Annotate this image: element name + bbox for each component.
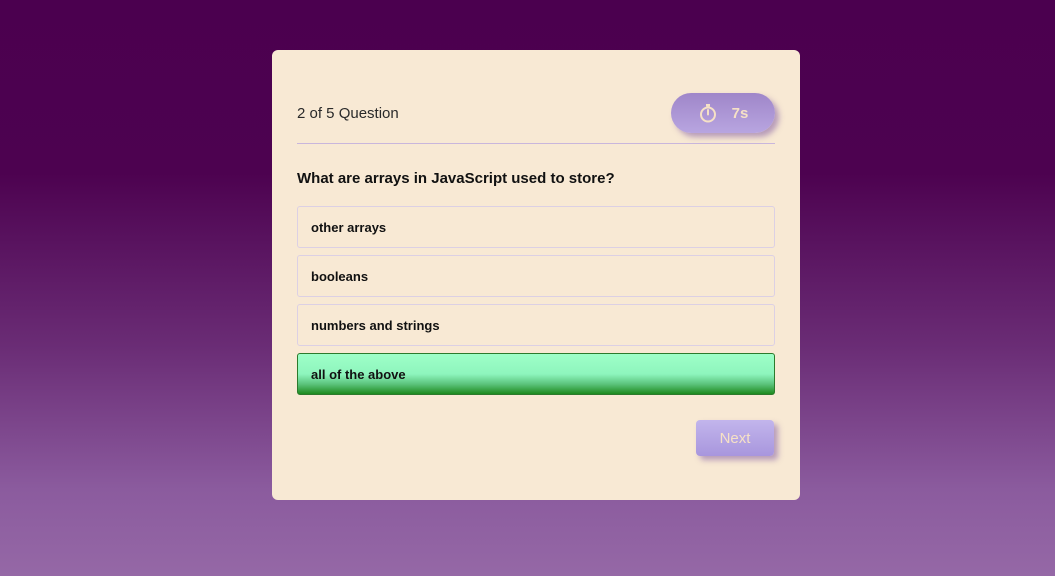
answer-option-correct[interactable]: all of the above <box>297 353 775 395</box>
answer-option[interactable]: booleans <box>297 255 775 297</box>
quiz-card: 2 of 5 Question 7s What are arrays in Ja… <box>272 50 800 500</box>
quiz-header: 2 of 5 Question 7s <box>297 93 775 144</box>
stopwatch-icon <box>698 103 718 123</box>
next-button[interactable]: Next <box>696 420 774 456</box>
answer-option[interactable]: numbers and strings <box>297 304 775 346</box>
question-text: What are arrays in JavaScript used to st… <box>297 170 615 187</box>
timer-text: 7s <box>731 104 749 122</box>
answer-options: other arrays booleans numbers and string… <box>297 206 775 402</box>
timer-badge: 7s <box>671 93 775 133</box>
question-progress: 2 of 5 Question <box>297 105 399 122</box>
answer-option[interactable]: other arrays <box>297 206 775 248</box>
